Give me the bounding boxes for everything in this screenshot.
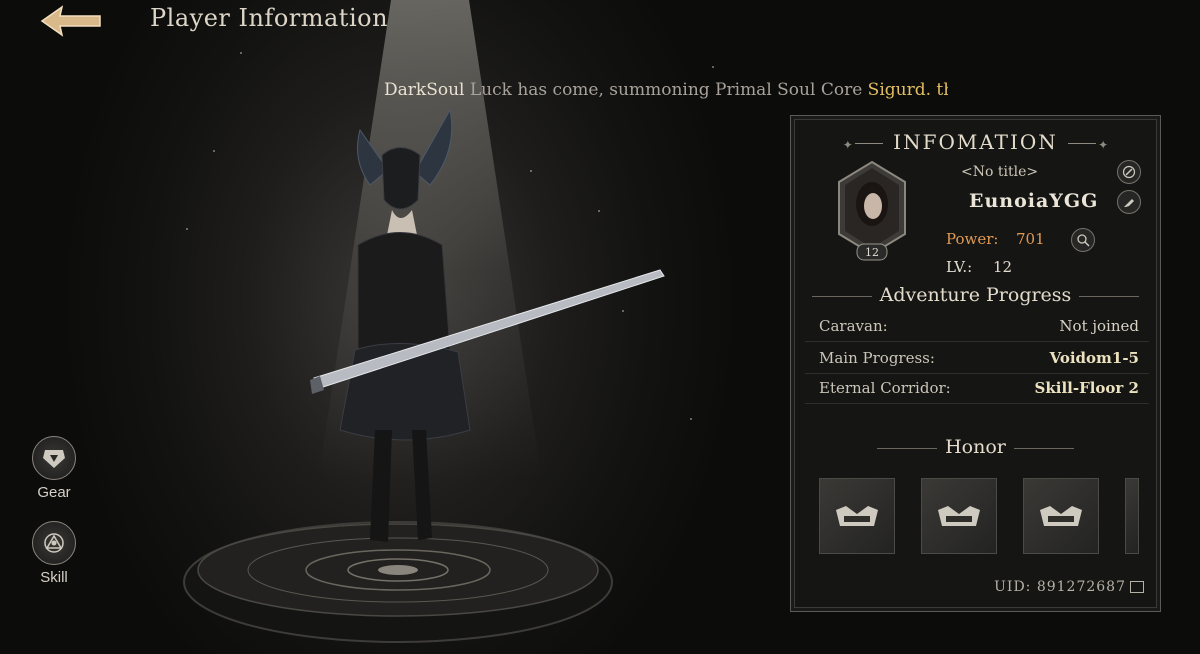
title-ornament-icon: ✦	[842, 138, 853, 152]
title-ornament-icon: ✦	[1098, 138, 1109, 152]
information-panel: ✦ INFOMATION ✦ 12 <No title> EunoiaYGG P…	[790, 115, 1161, 612]
player-character-model	[310, 108, 665, 542]
honor-badge-icon	[938, 506, 980, 526]
player-avatar[interactable]: 12	[837, 160, 907, 262]
skill-button[interactable]: Skill	[28, 521, 80, 586]
background-star	[186, 228, 188, 230]
skill-constellation-icon	[32, 521, 76, 565]
power-value: 701	[1016, 230, 1045, 248]
progress-row-corridor: Eternal Corridor: Skill-Floor 2	[805, 374, 1149, 404]
panel-title-text: INFOMATION	[893, 130, 1058, 154]
gear-armor-icon	[32, 436, 76, 480]
progress-row-caravan: Caravan: Not joined	[805, 312, 1149, 342]
page-title: Player Information	[150, 4, 389, 32]
background-star	[712, 66, 714, 68]
caravan-value: Not joined	[1059, 317, 1139, 335]
gear-label: Gear	[37, 484, 71, 501]
adventure-progress-heading: Adventure Progress	[791, 284, 1160, 306]
skill-label: Skill	[40, 569, 68, 586]
honor-slot[interactable]	[1023, 478, 1099, 554]
background-star	[690, 418, 692, 420]
main-progress-label: Main Progress:	[819, 349, 935, 367]
ticker-player: DarkSoul	[384, 80, 465, 100]
honor-slot[interactable]	[819, 478, 895, 554]
edit-title-button[interactable]	[1117, 160, 1141, 184]
copy-uid-icon[interactable]	[1130, 581, 1144, 593]
adventure-progress-heading-text: Adventure Progress	[879, 284, 1072, 306]
honor-slot-partial[interactable]	[1125, 478, 1139, 554]
background-star	[213, 150, 215, 152]
announcement-ticker: DarkSoul Luck has come, summoning Primal…	[384, 80, 948, 100]
honor-badge-icon	[1040, 506, 1082, 526]
eternal-corridor-value: Skill-Floor 2	[1034, 379, 1139, 397]
main-progress-value: Voidom1-5	[1049, 349, 1139, 367]
power-label: Power:	[946, 230, 999, 248]
power-detail-button[interactable]	[1071, 228, 1095, 252]
progress-row-main: Main Progress: Voidom1-5	[805, 344, 1149, 374]
level-label: LV.:	[946, 258, 973, 276]
caravan-label: Caravan:	[819, 317, 888, 335]
uid-value: UID: 891272687	[994, 579, 1126, 595]
eternal-corridor-label: Eternal Corridor:	[819, 379, 951, 397]
player-title: <No title>	[961, 164, 1039, 180]
honor-heading-text: Honor	[945, 436, 1006, 458]
honor-heading: Honor	[791, 436, 1160, 458]
background-star	[240, 52, 242, 54]
honor-slot[interactable]	[921, 478, 997, 554]
magnify-icon	[1077, 234, 1090, 247]
level-value: 12	[993, 258, 1013, 276]
gear-button[interactable]: Gear	[28, 436, 80, 501]
rename-icon	[1124, 199, 1134, 207]
back-arrow-icon[interactable]	[38, 4, 102, 38]
rename-button[interactable]	[1117, 190, 1141, 214]
avatar-level-badge: 12	[865, 246, 879, 259]
honor-badge-icon	[836, 506, 878, 526]
ticker-message: Luck has come, summoning Primal Soul Cor…	[464, 80, 868, 100]
player-name: EunoiaYGG	[969, 190, 1099, 212]
panel-title: ✦ INFOMATION ✦	[791, 130, 1160, 154]
ticker-item: Sigurd. the I	[867, 80, 948, 100]
edit-icon	[1122, 165, 1136, 179]
uid-text: UID: 891272687	[994, 579, 1144, 595]
